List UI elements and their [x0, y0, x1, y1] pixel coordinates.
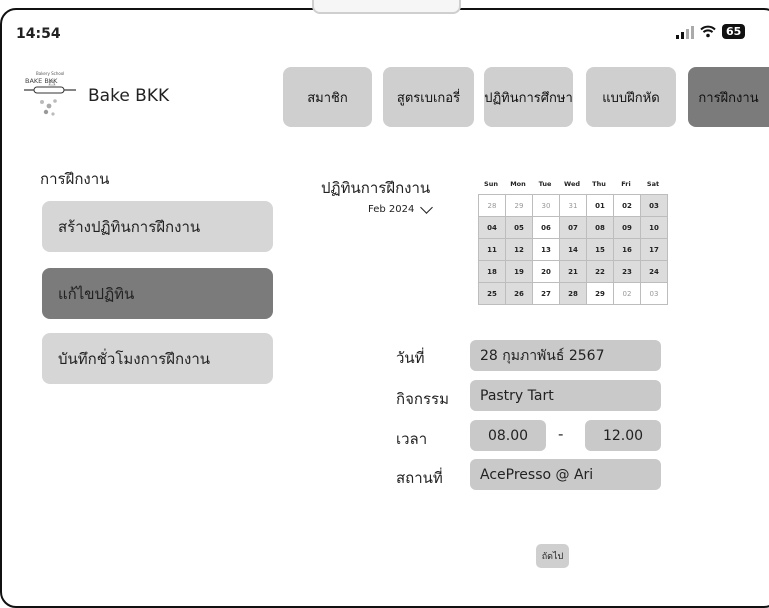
month-selector[interactable]: Feb 2024 — [368, 201, 434, 215]
place-field[interactable]: AcePresso @ Ari — [470, 459, 661, 490]
start-time-field[interactable]: 08.00 — [470, 420, 546, 451]
chevron-down-icon[interactable] — [420, 201, 434, 214]
weekday-label: Tue — [538, 180, 552, 188]
weekday-label: Thu — [592, 180, 606, 188]
edit-calendar-button[interactable]: แก้ไขปฏิทิน — [42, 268, 273, 319]
date-field[interactable]: 28 กุมภาพันธ์ 2567 — [470, 340, 661, 371]
calendar-day[interactable]: 17 — [641, 239, 667, 260]
log-hours-button[interactable]: บันทึกชั่วโมงการฝึกงาน — [42, 333, 273, 384]
bakery-logo: Bakery School BAKE BKK — [24, 71, 76, 116]
next-button[interactable]: ถัดไป — [536, 544, 569, 568]
battery-indicator: 65 — [722, 24, 746, 39]
calendar-day[interactable]: 15 — [587, 239, 613, 260]
calendar-day[interactable]: 09 — [614, 217, 640, 238]
calendar-day[interactable]: 08 — [587, 217, 613, 238]
calendar-day[interactable]: 22 — [587, 261, 613, 282]
calendar-day[interactable]: 01 — [587, 195, 613, 216]
calendar-day[interactable]: 28 — [479, 195, 505, 216]
calendar-day[interactable]: 19 — [506, 261, 532, 282]
calendar-day[interactable]: 02 — [614, 195, 640, 216]
calendar-day[interactable]: 05 — [506, 217, 532, 238]
nav-bakery-recipes[interactable]: สูตรเบเกอรี่ — [383, 67, 474, 127]
activity-label: กิจกรรม — [396, 390, 449, 408]
time-separator: - — [558, 425, 564, 443]
signal-icon — [676, 25, 694, 39]
calendar-day[interactable]: 02 — [614, 283, 640, 304]
svg-text:BAKE BKK: BAKE BKK — [25, 77, 58, 85]
date-label: วันที่ — [396, 349, 425, 367]
section-title: การฝึกงาน — [40, 170, 110, 188]
calendar-day[interactable]: 03 — [641, 195, 667, 216]
wifi-icon — [700, 25, 716, 38]
nav-internship[interactable]: การฝึกงาน — [688, 67, 769, 127]
calendar-weekdays: Sun Mon Tue Wed Thu Fri Sat — [478, 180, 666, 188]
calendar-day[interactable]: 04 — [479, 217, 505, 238]
calendar-day[interactable]: 11 — [479, 239, 505, 260]
calendar-day[interactable]: 28 — [560, 283, 586, 304]
weekday-label: Fri — [621, 180, 631, 188]
calendar-day[interactable]: 10 — [641, 217, 667, 238]
calendar-day[interactable]: 24 — [641, 261, 667, 282]
weekday-label: Sun — [484, 180, 498, 188]
calendar-day[interactable]: 12 — [506, 239, 532, 260]
status-icons: 65 — [676, 24, 746, 39]
calendar-day[interactable]: 30 — [533, 195, 559, 216]
weekday-label: Mon — [510, 180, 526, 188]
calendar-day[interactable]: 14 — [560, 239, 586, 260]
calendar-day[interactable]: 06 — [533, 217, 559, 238]
nav-study-calendar[interactable]: ปฏิทินการศึกษา — [484, 67, 573, 127]
place-label: สถานที่ — [396, 469, 443, 487]
status-time: 14:54 — [16, 26, 61, 42]
calendar-day[interactable]: 31 — [560, 195, 586, 216]
calendar-day[interactable]: 27 — [533, 283, 559, 304]
calendar-day[interactable]: 03 — [641, 283, 667, 304]
calendar-day[interactable]: 26 — [506, 283, 532, 304]
end-time-field[interactable]: 12.00 — [585, 420, 661, 451]
create-calendar-button[interactable]: สร้างปฏิทินการฝึกงาน — [42, 201, 273, 252]
calendar-day[interactable]: 07 — [560, 217, 586, 238]
svg-text:Bakery School: Bakery School — [36, 71, 64, 76]
nav-members[interactable]: สมาชิก — [283, 67, 372, 127]
calendar-day[interactable]: 25 — [479, 283, 505, 304]
calendar-grid: 28 29 30 31 01 02 03 04 05 06 07 08 09 1… — [478, 194, 668, 305]
activity-field[interactable]: Pastry Tart — [470, 380, 661, 411]
calendar-day[interactable]: 29 — [587, 283, 613, 304]
weekday-label: Sat — [646, 180, 660, 188]
calendar-day[interactable]: 16 — [614, 239, 640, 260]
calendar-day[interactable]: 29 — [506, 195, 532, 216]
calendar-day[interactable]: 23 — [614, 261, 640, 282]
calendar-day[interactable]: 20 — [533, 261, 559, 282]
brand-name: Bake BKK — [88, 86, 170, 106]
month-label: Feb 2024 — [368, 204, 415, 215]
calendar-day[interactable]: 21 — [560, 261, 586, 282]
nav-exercises[interactable]: แบบฝึกหัด — [586, 67, 676, 127]
device-notch — [312, 0, 461, 14]
calendar-day[interactable]: 13 — [533, 239, 559, 260]
time-label: เวลา — [396, 430, 428, 448]
weekday-label: Wed — [564, 180, 580, 188]
calendar-day[interactable]: 18 — [479, 261, 505, 282]
calendar-title: ปฏิทินการฝึกงาน — [321, 179, 431, 197]
